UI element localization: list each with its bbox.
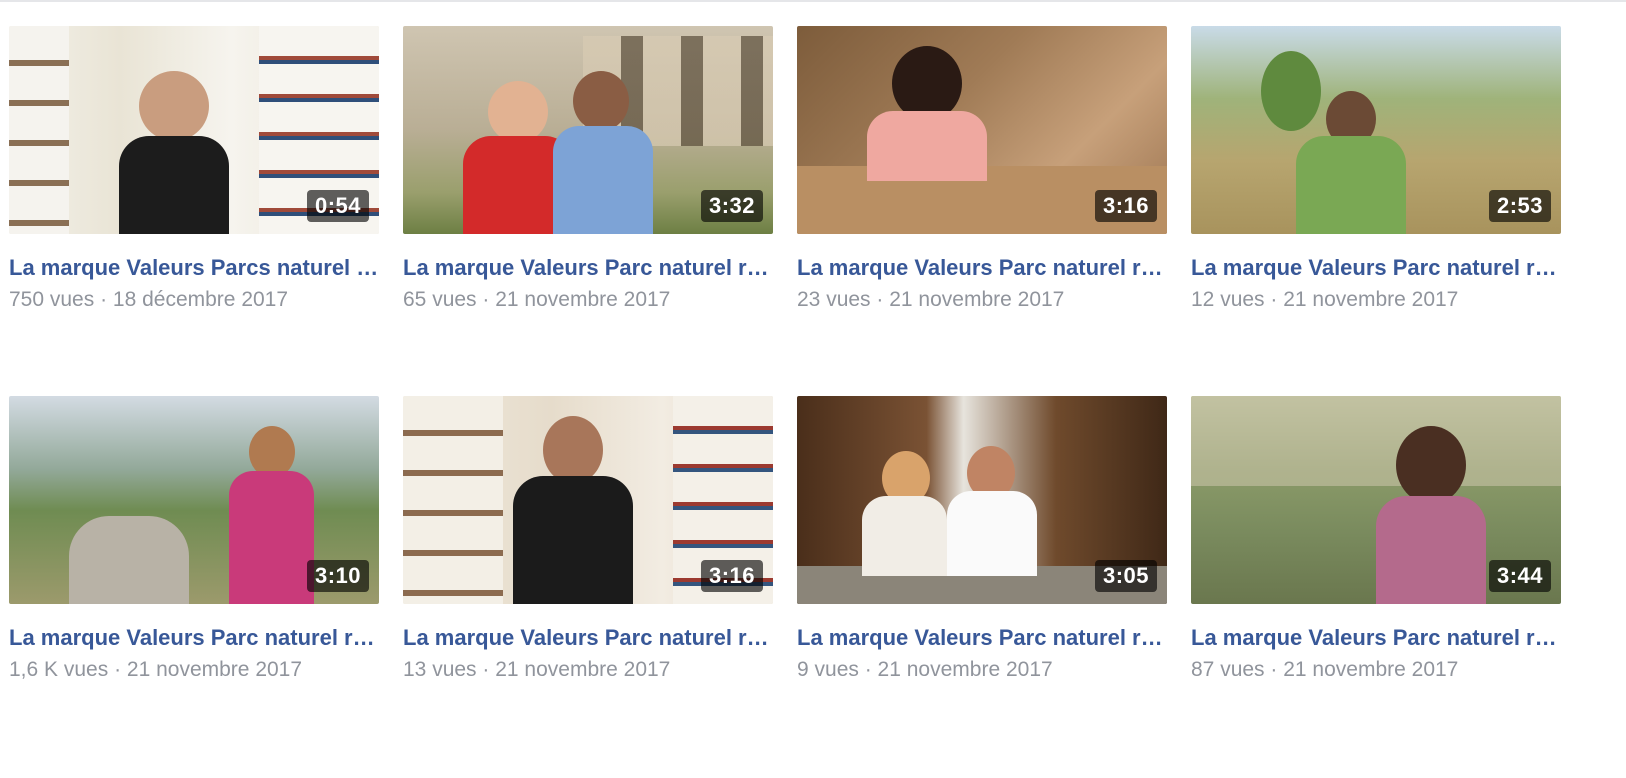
video-card[interactable]: 0:54 La marque Valeurs Parcs naturel rég… [9, 26, 381, 372]
video-meta: 750 vues · 18 décembre 2017 [9, 287, 379, 313]
video-views: 12 vues [1191, 288, 1265, 311]
video-meta: 12 vues · 21 novembre 2017 [1191, 287, 1561, 313]
video-title-link[interactable]: La marque Valeurs Parc naturel régional … [1191, 623, 1563, 653]
person-image [488, 81, 548, 143]
video-title-link[interactable]: La marque Valeurs Parcs naturel réginoal… [9, 253, 381, 283]
video-date: 21 novembre 2017 [495, 288, 671, 311]
video-card[interactable]: 3:05 La marque Valeurs Parc naturel régi… [797, 396, 1169, 742]
video-duration: 3:10 [306, 560, 369, 592]
person-image [892, 46, 962, 121]
video-meta: 9 vues · 21 novembre 2017 [797, 657, 1167, 683]
video-card[interactable]: 3:44 La marque Valeurs Parc naturel régi… [1191, 396, 1563, 742]
video-thumbnail[interactable]: 3:05 [797, 396, 1167, 604]
video-duration: 3:32 [700, 190, 763, 222]
video-card[interactable]: 3:16 La marque Valeurs Parc naturel régi… [797, 26, 1169, 372]
video-duration: 2:53 [1488, 190, 1551, 222]
video-card[interactable]: 3:16 La marque Valeurs Parc naturel régi… [403, 396, 775, 742]
video-thumbnail[interactable]: 3:16 [403, 396, 773, 604]
video-thumbnail[interactable]: 3:32 [403, 26, 773, 234]
video-title-link[interactable]: La marque Valeurs Parc naturel régional … [1191, 253, 1563, 283]
video-duration: 3:16 [1094, 190, 1157, 222]
meta-separator: · [1264, 658, 1284, 681]
video-thumbnail[interactable]: 3:10 [9, 396, 379, 604]
video-meta: 65 vues · 21 novembre 2017 [403, 287, 773, 313]
video-title-link[interactable]: La marque Valeurs Parc naturel régional … [403, 253, 775, 283]
video-views: 23 vues [797, 288, 871, 311]
video-card[interactable]: 3:10 La marque Valeurs Parc naturel régi… [9, 396, 381, 742]
person-image [119, 136, 229, 234]
person-image [1396, 426, 1466, 504]
bookshelf-image [9, 26, 69, 234]
tree-image [1261, 51, 1321, 131]
building-image [1191, 396, 1561, 486]
video-meta: 1,6 K vues · 21 novembre 2017 [9, 657, 379, 683]
meta-separator: · [476, 658, 496, 681]
video-thumbnail[interactable]: 2:53 [1191, 26, 1561, 234]
bookshelf-image [403, 396, 503, 604]
person-image [513, 476, 633, 604]
meta-separator: · [108, 658, 127, 681]
person-image [229, 471, 314, 604]
video-duration: 3:16 [700, 560, 763, 592]
person-image [1296, 136, 1406, 234]
video-card[interactable]: 3:32 La marque Valeurs Parc naturel régi… [403, 26, 775, 372]
person-image [1376, 496, 1486, 604]
person-image [553, 126, 653, 234]
video-card[interactable]: 2:53 La marque Valeurs Parc naturel régi… [1191, 26, 1563, 372]
meta-separator: · [870, 288, 890, 311]
video-views: 13 vues [403, 658, 477, 681]
video-duration: 3:44 [1488, 560, 1551, 592]
meta-separator: · [1264, 288, 1284, 311]
video-date: 21 novembre 2017 [877, 658, 1053, 681]
video-duration: 3:05 [1094, 560, 1157, 592]
meta-separator: · [94, 288, 113, 311]
video-title-link[interactable]: La marque Valeurs Parc naturel régional … [797, 623, 1169, 653]
video-date: 21 novembre 2017 [889, 288, 1065, 311]
video-meta: 13 vues · 21 novembre 2017 [403, 657, 773, 683]
video-title-link[interactable]: La marque Valeurs Parc naturel régional … [403, 623, 775, 653]
person-image [867, 111, 987, 181]
person-image [139, 71, 209, 141]
video-duration: 0:54 [306, 190, 369, 222]
video-thumbnail[interactable]: 3:44 [1191, 396, 1561, 604]
video-thumbnail[interactable]: 3:16 [797, 26, 1167, 234]
video-title-link[interactable]: La marque Valeurs Parc naturel régional … [797, 253, 1169, 283]
video-date: 21 novembre 2017 [126, 658, 303, 681]
video-views: 65 vues [403, 288, 477, 311]
video-meta: 87 vues · 21 novembre 2017 [1191, 657, 1561, 683]
video-date: 21 novembre 2017 [1283, 658, 1459, 681]
meta-separator: · [858, 658, 878, 681]
top-divider [0, 0, 1626, 2]
donkey-image [69, 516, 189, 604]
video-meta: 23 vues · 21 novembre 2017 [797, 287, 1167, 313]
person-image [543, 416, 603, 484]
video-views: 9 vues [797, 658, 859, 681]
video-grid: 0:54 La marque Valeurs Parcs naturel rég… [9, 26, 1563, 742]
person-image [947, 491, 1037, 576]
person-image [573, 71, 629, 131]
video-thumbnail[interactable]: 0:54 [9, 26, 379, 234]
video-title-link[interactable]: La marque Valeurs Parc naturel régional … [9, 623, 381, 653]
person-image [862, 496, 947, 576]
video-views: 87 vues [1191, 658, 1265, 681]
video-date: 18 décembre 2017 [112, 288, 289, 311]
video-date: 21 novembre 2017 [1283, 288, 1459, 311]
video-views: 750 vues [9, 288, 95, 311]
video-views: 1,6 K vues [9, 658, 109, 681]
meta-separator: · [476, 288, 496, 311]
video-date: 21 novembre 2017 [495, 658, 671, 681]
